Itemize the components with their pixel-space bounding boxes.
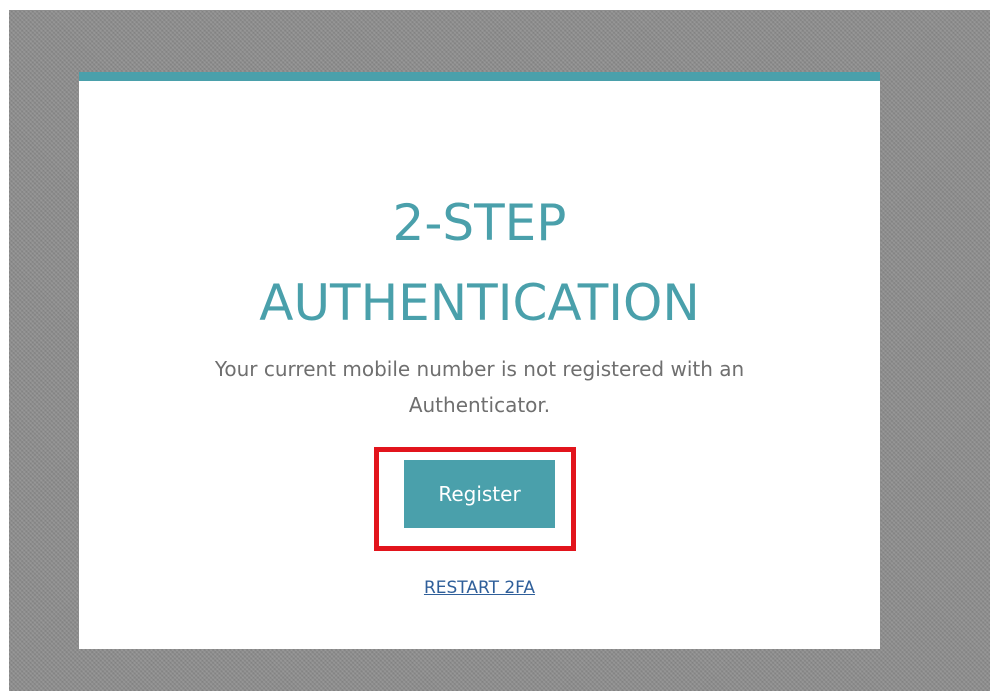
restart-2fa-container: RESTART 2FA <box>79 578 880 598</box>
title-line-2: AUTHENTICATION <box>259 274 700 332</box>
auth-card: 2-STEP AUTHENTICATION Your current mobil… <box>79 72 880 649</box>
page-title: 2-STEP AUTHENTICATION <box>79 183 880 343</box>
message-line-2: Authenticator. <box>408 393 551 417</box>
restart-2fa-link[interactable]: RESTART 2FA <box>424 578 535 598</box>
title-line-1: 2-STEP <box>392 194 567 252</box>
register-button[interactable]: Register <box>404 460 555 528</box>
status-message: Your current mobile number is not regist… <box>79 351 880 423</box>
message-line-1: Your current mobile number is not regist… <box>214 357 745 381</box>
background-frame: 2-STEP AUTHENTICATION Your current mobil… <box>9 10 990 691</box>
